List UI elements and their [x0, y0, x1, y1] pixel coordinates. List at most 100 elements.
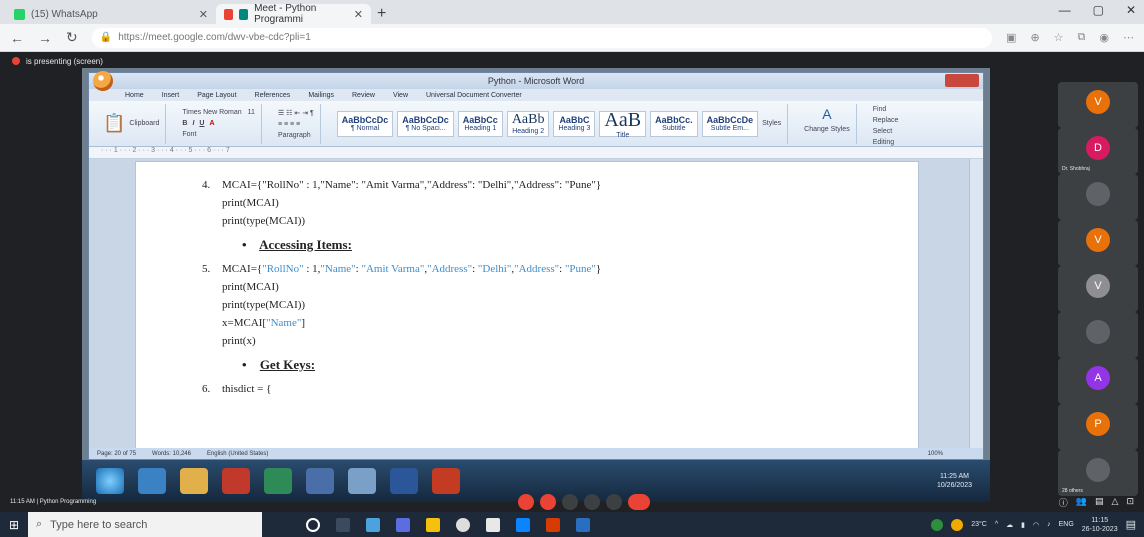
app-icon[interactable]: [306, 468, 334, 494]
cloud-icon[interactable]: ☁: [1006, 521, 1013, 529]
tab-whatsapp[interactable]: (15) WhatsApp ✕: [6, 4, 216, 24]
weather-icon[interactable]: [951, 518, 964, 531]
select-button[interactable]: Select: [873, 128, 892, 135]
style-option[interactable]: AaBbCc Heading 1: [457, 110, 503, 137]
participant-tile[interactable]: P: [1058, 404, 1138, 450]
network-icon[interactable]: ◠: [1033, 521, 1039, 529]
close-window-button[interactable]: ✕: [1126, 3, 1136, 17]
profile-icon[interactable]: ◉: [1099, 31, 1109, 44]
ribbon-tab-home[interactable]: Home: [125, 92, 144, 99]
style-option[interactable]: AaBbCcDe Subtle Em...: [701, 110, 759, 137]
minimize-button[interactable]: —: [1059, 3, 1071, 17]
replace-button[interactable]: Replace: [873, 117, 899, 124]
ribbon-tab-review[interactable]: Review: [352, 92, 375, 99]
font-name-field[interactable]: Times New Roman: [182, 109, 241, 116]
edge-icon[interactable]: [366, 517, 380, 532]
tray-expand-icon[interactable]: ^: [995, 521, 998, 528]
captions-icon[interactable]: [562, 494, 578, 510]
chrome-icon[interactable]: [456, 517, 470, 532]
zoom-level[interactable]: 100%: [928, 451, 943, 457]
more-icon[interactable]: ⋯: [1123, 31, 1134, 44]
maximize-button[interactable]: ▢: [1093, 3, 1104, 17]
mic-icon[interactable]: [518, 494, 534, 510]
task-view-icon[interactable]: [336, 517, 350, 532]
chrome-icon[interactable]: [264, 468, 292, 494]
ribbon-tab-view[interactable]: View: [393, 92, 408, 99]
ribbon-tab-udc[interactable]: Universal Document Converter: [426, 92, 522, 99]
office-icon[interactable]: [546, 517, 560, 532]
raise-hand-icon[interactable]: [584, 494, 600, 510]
participant-tile[interactable]: V: [1058, 220, 1138, 266]
participant-tile[interactable]: [1058, 312, 1138, 358]
participant-tile[interactable]: A: [1058, 358, 1138, 404]
app-icon[interactable]: [396, 517, 410, 532]
collections-icon[interactable]: ⧉: [1078, 31, 1086, 44]
powerpoint-icon[interactable]: [432, 468, 460, 494]
security-icon[interactable]: [931, 518, 944, 531]
windows-start-icon[interactable]: ⊞: [0, 512, 28, 537]
align-icons[interactable]: ≡ ≡ ≡ ≡: [278, 121, 300, 128]
tab-meet[interactable]: Meet - Python Programmi ✕: [216, 3, 371, 25]
favorite-icon[interactable]: ☆: [1054, 31, 1064, 44]
italic-icon[interactable]: I: [192, 120, 194, 127]
file-explorer-icon[interactable]: [426, 517, 440, 532]
url-field[interactable]: 🔒 https://meet.google.com/dwv-vbe-cdc?pl…: [91, 27, 993, 48]
new-tab-button[interactable]: +: [371, 4, 392, 24]
battery-icon[interactable]: ▮: [1021, 521, 1025, 529]
style-option[interactable]: AaBbCcDc ¶ Normal: [336, 110, 394, 137]
back-icon[interactable]: ←: [10, 30, 24, 46]
participant-tile[interactable]: D Dr. Shobhraj: [1058, 128, 1138, 174]
find-button[interactable]: Find: [873, 106, 887, 113]
ribbon-tab-page-layout[interactable]: Page Layout: [197, 92, 236, 99]
store-icon[interactable]: [486, 517, 500, 532]
office-button-icon[interactable]: [93, 71, 113, 91]
style-option[interactable]: AaBbCc. Subtitle: [650, 110, 698, 137]
edge-browser-icon[interactable]: [516, 517, 530, 532]
vertical-scrollbar[interactable]: [969, 159, 983, 449]
style-option[interactable]: AaBbCcDc ¶ No Spaci...: [397, 110, 454, 137]
info-icon[interactable]: ⓘ: [1059, 496, 1068, 509]
style-option[interactable]: AaBb Heading 2: [506, 110, 550, 137]
explorer-icon[interactable]: [180, 468, 208, 494]
people-icon[interactable]: 👥: [1076, 496, 1087, 509]
volume-icon[interactable]: ♪: [1047, 521, 1051, 528]
style-option[interactable]: AaBbC Heading 3: [553, 110, 596, 137]
taskbar-search[interactable]: ⌕ Type here to search: [28, 512, 262, 537]
activities-icon[interactable]: △: [1112, 496, 1119, 509]
app-icon[interactable]: [348, 468, 376, 494]
start-orb-icon[interactable]: [96, 468, 124, 494]
zoom-icon[interactable]: ⊕: [1030, 31, 1039, 44]
chat-icon[interactable]: ▤: [1095, 496, 1104, 509]
participant-tile[interactable]: V: [1058, 266, 1138, 312]
camera-icon[interactable]: [540, 494, 556, 510]
participant-tile[interactable]: [1058, 174, 1138, 220]
camera-icon[interactable]: ▣: [1006, 31, 1016, 44]
style-option[interactable]: AaB Title: [599, 109, 647, 139]
document-page[interactable]: 4. MCAI={"RollNo" : 1,"Name": "Amit Varm…: [135, 161, 919, 449]
font-color-icon[interactable]: A: [209, 120, 214, 127]
cortana-icon[interactable]: [306, 517, 320, 532]
bold-icon[interactable]: B: [182, 120, 187, 127]
app-icon[interactable]: [576, 517, 590, 532]
taskbar-clock[interactable]: 11:15 26-10-2023: [1082, 516, 1118, 534]
font-size-field[interactable]: 11: [248, 109, 255, 116]
lock-icon[interactable]: ⊡: [1126, 496, 1134, 509]
close-tab-icon[interactable]: ✕: [354, 8, 363, 21]
ribbon-tab-insert[interactable]: Insert: [162, 92, 180, 99]
participant-tile[interactable]: V: [1058, 82, 1138, 128]
participant-tile[interactable]: 28 others: [1058, 450, 1138, 496]
ribbon-tab-references[interactable]: References: [255, 92, 291, 99]
temperature[interactable]: 23°C: [971, 521, 987, 528]
paste-icon[interactable]: 📋: [103, 113, 125, 134]
present-icon[interactable]: [606, 494, 622, 510]
notifications-icon[interactable]: ▤: [1126, 518, 1136, 531]
word-icon[interactable]: [390, 468, 418, 494]
underline-icon[interactable]: U: [199, 120, 204, 127]
end-call-button[interactable]: [628, 494, 650, 510]
language-indicator[interactable]: ENG: [1059, 521, 1074, 528]
change-styles-icon[interactable]: A: [822, 106, 831, 122]
ie-icon[interactable]: [138, 468, 166, 494]
word-close-button[interactable]: [945, 74, 979, 87]
forward-icon[interactable]: →: [38, 30, 52, 46]
reload-icon[interactable]: ↻: [66, 29, 78, 46]
